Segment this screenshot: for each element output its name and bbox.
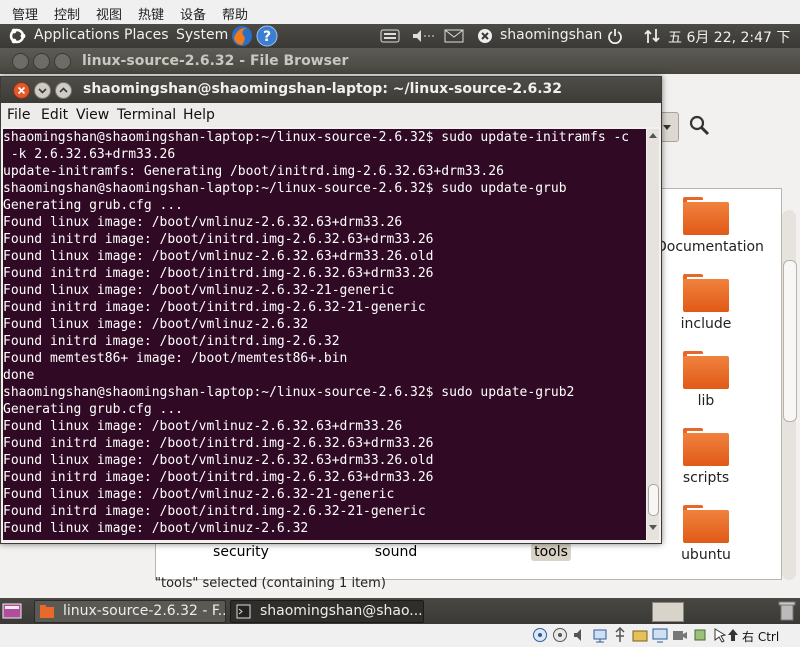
terminal-window: shaomingshan@shaomingshan-laptop: ~/linu…	[0, 76, 662, 544]
search-icon[interactable]	[688, 114, 712, 138]
cpu-icon[interactable]	[692, 627, 708, 643]
folder-label: include	[680, 316, 732, 332]
tools-label: tools	[531, 543, 571, 561]
folder-label: ubuntu	[681, 547, 731, 563]
folder-icon	[683, 428, 729, 466]
display-icon[interactable]	[652, 627, 668, 643]
terminal-scrollbar[interactable]	[647, 129, 659, 540]
firefox-icon[interactable]	[231, 25, 253, 47]
host-menu-view[interactable]: 视图	[96, 4, 122, 23]
svg-text:?: ?	[263, 29, 271, 45]
mail-icon[interactable]	[444, 29, 464, 43]
terminal-icon	[236, 604, 251, 619]
host-menu-manage[interactable]: 管理	[12, 4, 38, 23]
host-menu-devices[interactable]: 设备	[180, 4, 206, 23]
file-view-scrollbar[interactable]	[782, 210, 797, 580]
folder-icon	[40, 605, 54, 618]
folder-icon	[683, 274, 729, 312]
folder-label-selected[interactable]: tools	[501, 543, 601, 561]
close-button[interactable]	[13, 82, 30, 99]
folder-item[interactable]: scripts	[656, 428, 756, 486]
folder-label[interactable]: security	[191, 544, 291, 560]
terminal-title: shaomingshan@shaomingshan-laptop: ~/linu…	[83, 81, 563, 97]
audio-icon[interactable]	[572, 627, 588, 643]
taskbar-item-file-browser[interactable]: linux-source-2.6.32 - F...	[34, 600, 226, 623]
terminal-menubar: File Edit View Terminal Help	[1, 103, 661, 127]
ubuntu-logo-icon[interactable]	[8, 27, 26, 45]
scrollbar-thumb[interactable]	[783, 260, 797, 422]
taskbar-item-terminal[interactable]: shaomingshan@shao...	[230, 600, 424, 623]
host-menu-hotkeys[interactable]: 热键	[138, 4, 164, 23]
scrollbar-thumb[interactable]	[648, 484, 659, 516]
fb-minimize-button[interactable]	[33, 53, 50, 70]
shared-folder-icon[interactable]	[632, 627, 648, 643]
terminal-titlebar[interactable]: shaomingshan@shaomingshan-laptop: ~/linu…	[1, 77, 661, 103]
menu-file[interactable]: File	[7, 107, 30, 123]
taskbar-label: linux-source-2.6.32 - F...	[63, 603, 226, 619]
user-status-icon[interactable]	[477, 28, 493, 44]
fb-maximize-button[interactable]	[54, 53, 71, 70]
minimize-icon	[38, 88, 47, 94]
top-panel: Applications Places System ? shaomingsha…	[0, 24, 800, 48]
power-icon[interactable]	[607, 28, 623, 44]
network-adapter-icon[interactable]	[592, 627, 608, 643]
file-browser-titlebar[interactable]: linux-source-2.6.32 - File Browser	[0, 48, 800, 74]
user-name[interactable]: shaomingshan	[500, 27, 602, 43]
folder-label: scripts	[682, 470, 730, 486]
workspace-switcher[interactable]	[652, 602, 684, 622]
folder-item[interactable]: lib	[656, 351, 756, 409]
status-bar: "tools" selected (containing 1 item)	[155, 576, 386, 591]
menu-view[interactable]: View	[76, 107, 109, 123]
applications-menu[interactable]: Applications	[34, 27, 120, 43]
host-key-icon	[728, 629, 738, 641]
folder-label: Documentation	[656, 239, 764, 255]
host-menu-help[interactable]: 帮助	[222, 4, 248, 23]
disk-icon[interactable]	[532, 627, 548, 643]
bottom-panel: linux-source-2.6.32 - F... shaomingshan@…	[0, 598, 800, 624]
folder-icon	[683, 197, 729, 235]
host-menu-control[interactable]: 控制	[54, 4, 80, 23]
minimize-button[interactable]	[34, 82, 51, 99]
menu-help[interactable]: Help	[183, 107, 215, 123]
menu-terminal[interactable]: Terminal	[117, 107, 176, 123]
folder-icon	[683, 505, 729, 543]
usb-icon[interactable]	[612, 627, 628, 643]
scroll-up-icon[interactable]	[648, 131, 658, 139]
optical-drive-icon[interactable]	[552, 627, 568, 643]
network-icon[interactable]	[643, 28, 663, 44]
help-icon[interactable]: ?	[256, 25, 278, 47]
volume-icon[interactable]	[411, 29, 435, 43]
menu-edit[interactable]: Edit	[41, 107, 68, 123]
fb-close-button[interactable]	[12, 53, 29, 70]
video-capture-icon[interactable]	[672, 627, 688, 643]
system-menu[interactable]: System	[176, 27, 228, 43]
trash-icon[interactable]	[778, 601, 796, 621]
scroll-down-icon[interactable]	[648, 524, 658, 532]
folder-label: lib	[697, 393, 715, 409]
fb-window-title: linux-source-2.6.32 - File Browser	[82, 53, 349, 69]
show-desktop-icon[interactable]	[2, 602, 22, 620]
terminal-output[interactable]: shaomingshan@shaomingshan-laptop:~/linux…	[3, 129, 646, 540]
terminal-text: shaomingshan@shaomingshan-laptop:~/linux…	[3, 130, 630, 536]
maximize-button[interactable]	[55, 82, 72, 99]
places-menu[interactable]: Places	[124, 27, 169, 43]
host-key-label: 右 Ctrl	[742, 630, 780, 644]
close-icon	[17, 86, 26, 95]
keyboard-icon[interactable]	[380, 29, 400, 43]
host-status-bar: 右 Ctrl	[0, 624, 800, 647]
clock[interactable]: 五 6月 22, 2:47 下	[668, 27, 790, 47]
folder-label[interactable]: sound	[346, 544, 446, 560]
host-menubar: 管理 控制 视图 热键 设备 帮助	[0, 0, 800, 25]
folder-item[interactable]: include	[656, 274, 756, 332]
folder-item[interactable]: ubuntu	[656, 505, 756, 563]
taskbar-label: shaomingshan@shao...	[260, 603, 423, 619]
maximize-icon	[59, 87, 68, 93]
folder-icon	[683, 351, 729, 389]
folder-item[interactable]: Documentation	[656, 197, 764, 255]
